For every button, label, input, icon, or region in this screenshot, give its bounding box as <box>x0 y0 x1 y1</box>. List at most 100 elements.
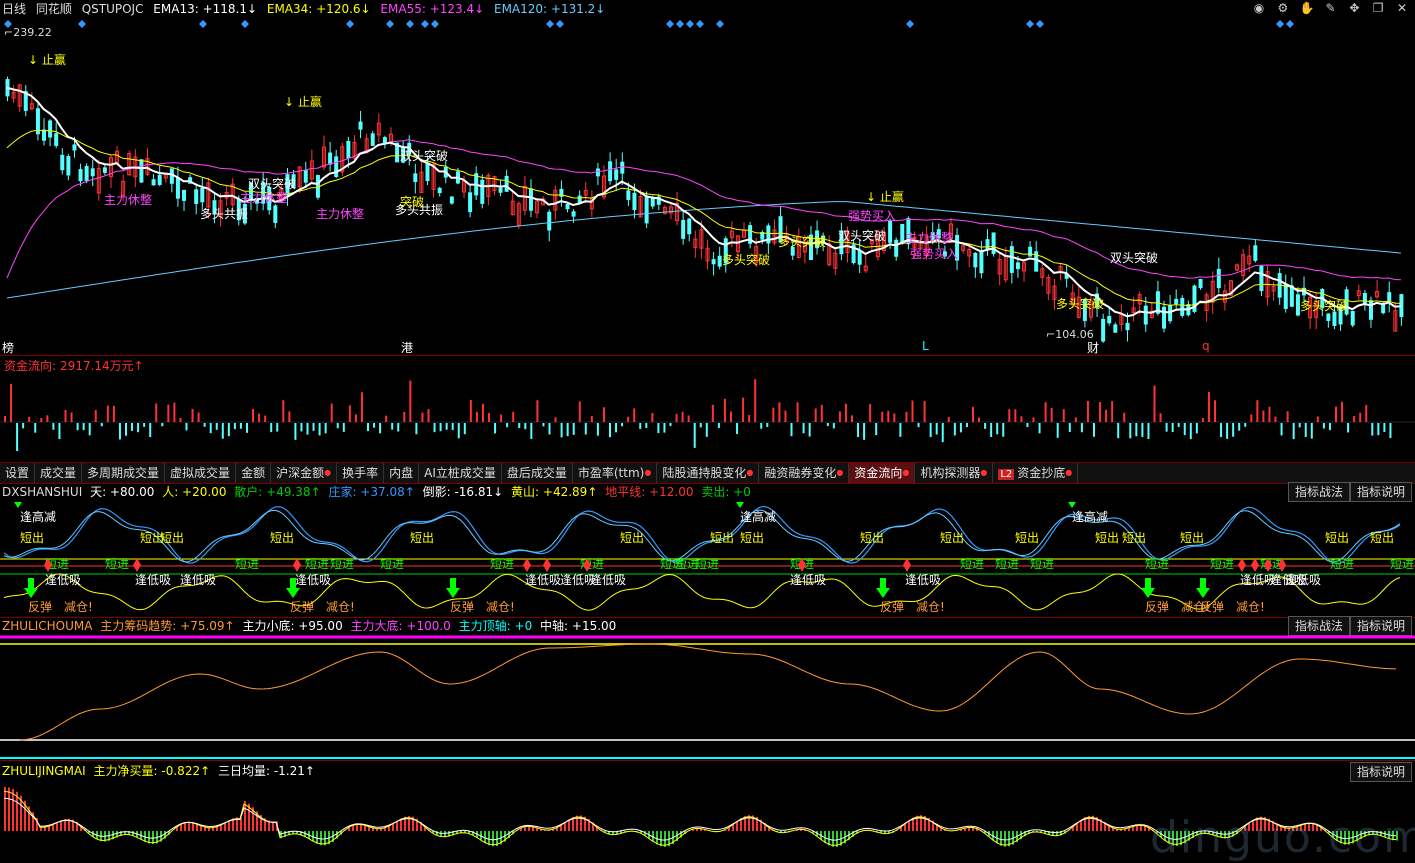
candle[interactable] <box>426 163 429 181</box>
candle[interactable] <box>1254 246 1257 261</box>
candle[interactable] <box>889 221 892 242</box>
candle[interactable] <box>615 170 618 179</box>
tab-12[interactable]: 融资融券变化● <box>759 463 849 483</box>
news-mark[interactable]: q <box>1202 339 1210 353</box>
candle[interactable] <box>1010 247 1013 273</box>
candle[interactable] <box>450 197 453 203</box>
candle[interactable] <box>596 169 599 176</box>
indicator-name[interactable]: DXSHANSHUI <box>2 485 82 499</box>
candle[interactable] <box>55 134 58 146</box>
candle[interactable] <box>414 174 417 182</box>
candlestick-chart[interactable]: ↓ 止赢↓ 止赢↓ 止赢双头突破双头突破双头突破双头突破多头共振多头共振多头突破… <box>0 18 1415 356</box>
tab-5[interactable]: 沪深金额● <box>271 463 337 483</box>
candle[interactable] <box>1369 301 1372 320</box>
candle[interactable] <box>633 193 636 209</box>
indicator-name[interactable]: ZHULIJINGMAI <box>2 764 86 778</box>
candle[interactable] <box>1181 298 1184 315</box>
candle[interactable] <box>347 141 350 157</box>
candle[interactable] <box>176 178 179 198</box>
strategy-button[interactable]: 指标战法 <box>1288 482 1350 502</box>
candle[interactable] <box>304 171 307 183</box>
tab-1[interactable]: 成交量 <box>35 463 82 483</box>
candle[interactable] <box>1290 286 1293 306</box>
tab-13[interactable]: 资金流向● <box>849 463 915 483</box>
candle[interactable] <box>1029 247 1032 256</box>
candle[interactable] <box>61 155 64 169</box>
candle[interactable] <box>566 205 569 209</box>
candle[interactable] <box>383 138 386 143</box>
candle[interactable] <box>359 122 362 129</box>
candle[interactable] <box>1333 312 1336 325</box>
tab-0[interactable]: 设置 <box>0 463 35 483</box>
candle[interactable] <box>1363 294 1366 303</box>
candle[interactable] <box>49 121 52 137</box>
candle[interactable] <box>371 134 374 146</box>
candle[interactable] <box>974 253 977 266</box>
candle[interactable] <box>183 190 186 200</box>
candle[interactable] <box>1175 299 1178 303</box>
candle[interactable] <box>67 157 70 175</box>
strategy-button[interactable]: 指标战法 <box>1288 616 1350 636</box>
tab-6[interactable]: 换手率 <box>337 463 384 483</box>
candle[interactable] <box>499 188 502 192</box>
candle[interactable] <box>718 256 721 266</box>
candle[interactable] <box>1102 319 1105 341</box>
candle[interactable] <box>529 189 532 210</box>
news-mark[interactable]: L <box>922 339 929 353</box>
candle[interactable] <box>548 212 551 230</box>
tab-3[interactable]: 虚拟成交量 <box>165 463 236 483</box>
candle[interactable] <box>1388 293 1391 301</box>
candle[interactable] <box>1284 284 1287 308</box>
news-mark[interactable]: 财 <box>1087 339 1099 356</box>
indicator-name[interactable]: QSTUPOJC <box>82 0 144 18</box>
hand-icon[interactable]: ✋ <box>1300 1 1314 15</box>
candle[interactable] <box>201 189 204 202</box>
news-mark[interactable]: 榜 <box>2 339 14 356</box>
candle[interactable] <box>712 260 715 264</box>
tab-8[interactable]: AI立桩成交量 <box>419 463 502 483</box>
candle[interactable] <box>651 199 654 206</box>
tab-10[interactable]: 市盈率(ttm)● <box>573 463 657 483</box>
move-icon[interactable]: ✥ <box>1347 1 1361 15</box>
candle[interactable] <box>1016 263 1019 269</box>
tab-11[interactable]: 陆股通持股变化● <box>657 463 759 483</box>
tab-15[interactable]: L2资金抄底● <box>993 463 1078 483</box>
tab-7[interactable]: 内盘 <box>384 463 419 483</box>
tool-icon[interactable]: ✎ <box>1324 1 1338 15</box>
candle[interactable] <box>195 190 198 204</box>
window-icon[interactable]: ❐ <box>1371 1 1385 15</box>
candle[interactable] <box>645 197 648 223</box>
candle[interactable] <box>895 240 898 256</box>
candle[interactable] <box>438 188 441 192</box>
candle[interactable] <box>1296 295 1299 315</box>
candle[interactable] <box>980 251 983 273</box>
period-label[interactable]: 日线 <box>2 0 26 18</box>
tab-14[interactable]: 机构探测器● <box>915 463 993 483</box>
candle[interactable] <box>1144 306 1147 324</box>
candle[interactable] <box>1126 323 1129 329</box>
candle[interactable] <box>1199 279 1202 287</box>
candle[interactable] <box>609 162 612 181</box>
candle[interactable] <box>682 220 685 238</box>
tab-4[interactable]: 金额 <box>236 463 271 483</box>
candle[interactable] <box>481 180 484 203</box>
tab-9[interactable]: 盘后成交量 <box>502 463 573 483</box>
candle[interactable] <box>1382 305 1385 313</box>
candle[interactable] <box>329 153 332 164</box>
indicator-name[interactable]: ZHULICHOUMA <box>2 619 92 633</box>
candle[interactable] <box>578 196 581 203</box>
candle[interactable] <box>621 162 624 173</box>
candle[interactable] <box>1114 325 1117 332</box>
candle[interactable] <box>627 191 630 200</box>
help-button[interactable]: 指标说明 <box>1350 616 1412 636</box>
candle[interactable] <box>274 206 277 223</box>
help-button[interactable]: 指标说明 <box>1350 482 1412 502</box>
candle[interactable] <box>1108 316 1111 322</box>
candle[interactable] <box>140 160 143 182</box>
candle[interactable] <box>1351 311 1354 325</box>
candle[interactable] <box>152 180 155 185</box>
candle[interactable] <box>1260 266 1263 290</box>
candle[interactable] <box>79 170 82 181</box>
candle[interactable] <box>85 166 88 180</box>
tab-2[interactable]: 多周期成交量 <box>82 463 165 483</box>
